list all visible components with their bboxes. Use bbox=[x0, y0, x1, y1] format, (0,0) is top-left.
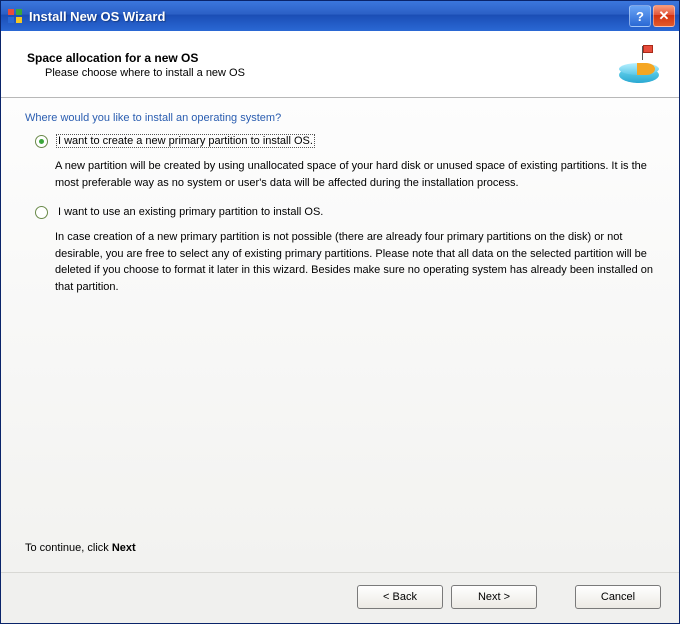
option-create-partition[interactable]: I want to create a new primary partition… bbox=[35, 134, 655, 148]
close-icon: ✕ bbox=[659, 8, 670, 24]
wizard-footer: < Back Next > Cancel bbox=[1, 572, 679, 623]
wizard-header: Space allocation for a new OS Please cho… bbox=[1, 31, 679, 98]
close-button[interactable]: ✕ bbox=[653, 5, 675, 27]
wizard-window: Install New OS Wizard ? ✕ Space allocati… bbox=[0, 0, 680, 624]
window-title: Install New OS Wizard bbox=[29, 9, 629, 24]
help-button[interactable]: ? bbox=[629, 5, 651, 27]
page-title: Space allocation for a new OS bbox=[27, 51, 617, 65]
help-icon: ? bbox=[636, 9, 644, 24]
option-existing-partition[interactable]: I want to use an existing primary partit… bbox=[35, 205, 655, 219]
next-button[interactable]: Next > bbox=[451, 585, 537, 609]
question-text: Where would you like to install an opera… bbox=[25, 112, 655, 124]
titlebar[interactable]: Install New OS Wizard ? ✕ bbox=[1, 1, 679, 31]
radio-icon bbox=[35, 135, 48, 148]
radio-label: I want to create a new primary partition… bbox=[56, 134, 315, 148]
wizard-content: Where would you like to install an opera… bbox=[1, 98, 679, 572]
continue-hint: To continue, click Next bbox=[25, 542, 655, 562]
cancel-button[interactable]: Cancel bbox=[575, 585, 661, 609]
radio-icon bbox=[35, 206, 48, 219]
page-subtitle: Please choose where to install a new OS bbox=[27, 67, 617, 79]
app-icon bbox=[7, 8, 23, 24]
option-existing-description: In case creation of a new primary partit… bbox=[55, 229, 655, 295]
radio-label: I want to use an existing primary partit… bbox=[56, 205, 325, 219]
disk-icon bbox=[617, 43, 661, 87]
option-create-description: A new partition will be created by using… bbox=[55, 158, 655, 191]
back-button[interactable]: < Back bbox=[357, 585, 443, 609]
